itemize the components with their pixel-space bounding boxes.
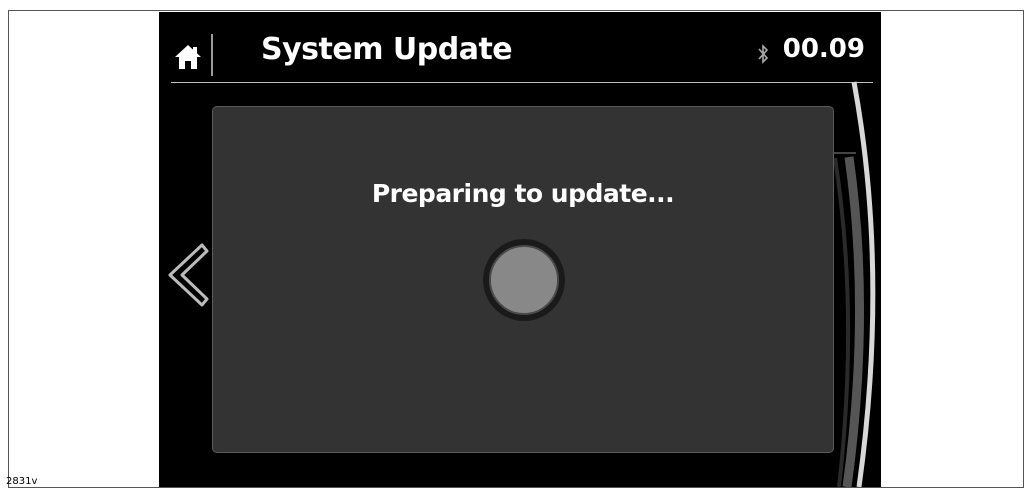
header-divider	[211, 34, 213, 76]
clock: 00.09	[782, 34, 865, 64]
status-message: Preparing to update...	[371, 179, 675, 208]
page-title: System Update	[261, 32, 513, 67]
display-screen: System Update 00.09 Preparing to update.…	[159, 12, 881, 487]
header-underline	[171, 82, 873, 83]
home-icon[interactable]	[173, 42, 203, 72]
back-arrow-icon[interactable]	[167, 242, 209, 308]
spinner-icon	[481, 237, 567, 323]
figure-caption: 2831v	[6, 476, 38, 487]
update-dialog: Preparing to update...	[212, 106, 834, 453]
bluetooth-icon	[756, 42, 770, 66]
header-bar: System Update 00.09	[159, 12, 881, 86]
